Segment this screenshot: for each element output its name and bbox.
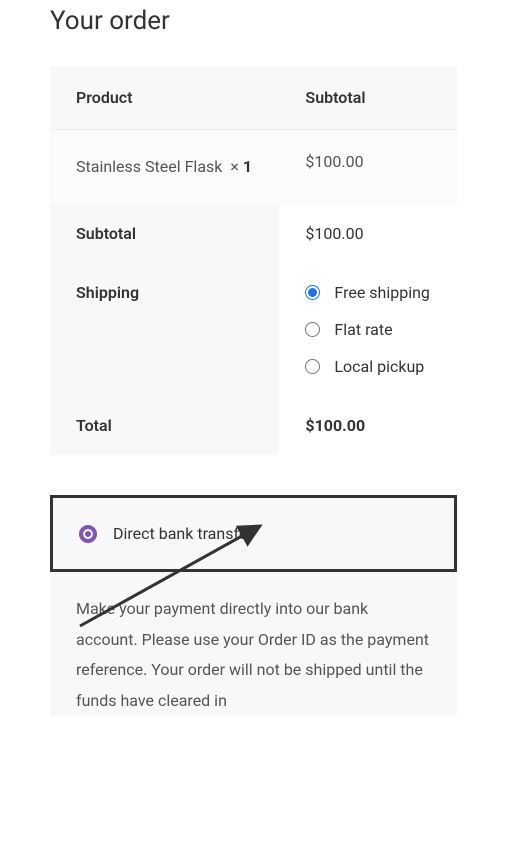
- shipping-radio-free[interactable]: [305, 285, 320, 300]
- product-subtotal: $100.00: [279, 130, 457, 205]
- shipping-option-flat[interactable]: Flat rate: [305, 320, 431, 339]
- col-header-product: Product: [50, 66, 279, 130]
- shipping-options-cell: Free shipping Flat rate Local pickup: [279, 263, 457, 396]
- payment-method-bank-transfer[interactable]: Direct bank transfer: [50, 495, 457, 572]
- total-label: Total: [50, 396, 279, 455]
- shipping-label: Shipping: [50, 263, 279, 396]
- total-value: $100.00: [279, 396, 457, 455]
- product-name-cell: Stainless Steel Flask × 1: [50, 130, 279, 205]
- shipping-radio-local[interactable]: [305, 359, 320, 374]
- shipping-option-label: Flat rate: [334, 320, 392, 339]
- order-review-table: Product Subtotal Stainless Steel Flask ×…: [50, 66, 457, 455]
- shipping-option-free[interactable]: Free shipping: [305, 283, 431, 302]
- page-title: Your order: [50, 6, 457, 36]
- subtotal-label: Subtotal: [50, 204, 279, 263]
- shipping-option-local[interactable]: Local pickup: [305, 357, 431, 376]
- col-header-subtotal: Subtotal: [279, 66, 457, 130]
- payment-methods: Direct bank transfer Make your payment d…: [50, 495, 457, 716]
- payment-method-description: Make your payment directly into our bank…: [50, 572, 457, 716]
- product-name: Stainless Steel Flask: [76, 157, 222, 176]
- product-qty: 1: [243, 157, 252, 176]
- shipping-option-label: Local pickup: [334, 357, 424, 376]
- payment-radio-icon[interactable]: [79, 525, 97, 543]
- payment-method-label: Direct bank transfer: [113, 524, 253, 543]
- shipping-radio-flat[interactable]: [305, 322, 320, 337]
- qty-separator: ×: [230, 157, 239, 176]
- subtotal-value: $100.00: [279, 204, 457, 263]
- shipping-option-label: Free shipping: [334, 283, 430, 302]
- table-row: Stainless Steel Flask × 1 $100.00: [50, 130, 457, 205]
